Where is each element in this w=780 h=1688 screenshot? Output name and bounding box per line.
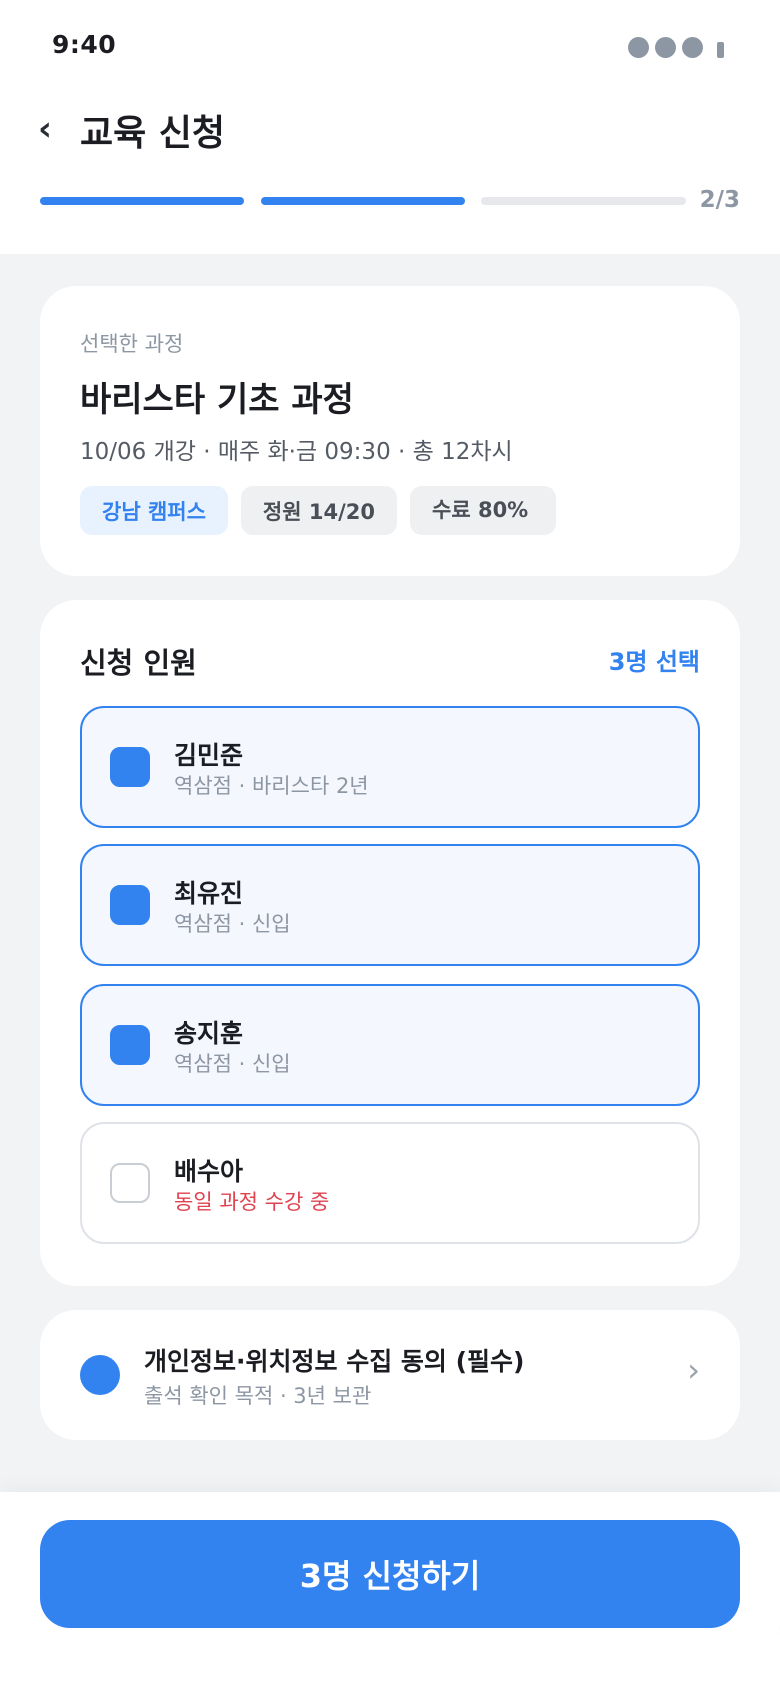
member-item[interactable]: 김민준 역삼점 · 바리스타 2년 — [80, 706, 700, 828]
member-item[interactable]: 최유진 역삼점 · 신입 — [80, 844, 700, 966]
submit-button[interactable]: 3명 신청하기 — [40, 1520, 740, 1628]
selected-course-card: 선택한 과정 바리스타 기초 과정 10/06 개강 · 매주 화·금 09:3… — [40, 286, 740, 576]
progress-step-2 — [261, 197, 465, 205]
member-detail: 역삼점 · 신입 — [174, 1052, 291, 1076]
completion-chip: 수료 80% — [410, 486, 556, 535]
course-label: 선택한 과정 — [80, 332, 184, 356]
signal-dot-icon — [628, 37, 649, 58]
consent-title: 개인정보·위치정보 수집 동의 (필수) — [144, 1347, 525, 1376]
battery-icon — [717, 41, 724, 58]
bottom-bar: 3명 신청하기 — [0, 1492, 780, 1688]
member-warning: 동일 과정 수강 중 — [174, 1190, 330, 1214]
consent-check-icon[interactable] — [80, 1355, 120, 1395]
member-name: 최유진 — [174, 879, 244, 908]
app-screen: 9:40 ‹ 교육 신청 2/3 선택한 과정 바리스타 기초 과정 10/06… — [0, 0, 780, 1688]
status-icons — [628, 37, 724, 58]
capacity-chip: 정원 14/20 — [240, 486, 397, 535]
selected-count: 3명 선택 — [608, 648, 700, 676]
member-name: 배수아 — [174, 1157, 244, 1186]
campus-chip: 강남 캠퍼스 — [80, 486, 228, 535]
step-progress — [40, 197, 686, 205]
member-item-disabled[interactable]: 배수아 동일 과정 수강 중 — [80, 1122, 700, 1244]
members-title: 신청 인원 — [80, 646, 197, 680]
page-title: 교육 신청 — [80, 113, 226, 154]
course-chips: 강남 캠퍼스 정원 14/20 수료 80% — [80, 486, 556, 535]
checkbox-checked-icon[interactable] — [110, 885, 150, 925]
signal-dot-icon — [655, 37, 676, 58]
course-name: 바리스타 기초 과정 — [80, 380, 354, 420]
course-meta: 10/06 개강 · 매주 화·금 09:30 · 총 12차시 — [80, 439, 513, 465]
consent-detail: 출석 확인 목적 · 3년 보관 — [144, 1384, 372, 1408]
back-icon[interactable]: ‹ — [38, 112, 52, 146]
members-card: 신청 인원 3명 선택 김민준 역삼점 · 바리스타 2년 최유진 역삼점 · … — [40, 600, 740, 1286]
member-item[interactable]: 송지훈 역삼점 · 신입 — [80, 984, 700, 1106]
checkbox-checked-icon[interactable] — [110, 747, 150, 787]
consent-row[interactable]: 개인정보·위치정보 수집 동의 (필수) 출석 확인 목적 · 3년 보관 › — [40, 1310, 740, 1440]
progress-step-1 — [40, 197, 244, 205]
member-name: 송지훈 — [174, 1019, 244, 1048]
progress-step-3 — [481, 197, 686, 205]
step-count: 2/3 — [699, 187, 740, 213]
checkbox-checked-icon[interactable] — [110, 1025, 150, 1065]
status-time: 9:40 — [52, 30, 117, 59]
checkbox-empty-icon[interactable] — [110, 1163, 150, 1203]
signal-dot-icon — [682, 37, 703, 58]
member-name: 김민준 — [174, 741, 244, 770]
chevron-right-icon[interactable]: › — [687, 1354, 700, 1386]
member-detail: 역삼점 · 신입 — [174, 912, 291, 936]
header: 9:40 ‹ 교육 신청 2/3 — [0, 0, 780, 254]
member-detail: 역삼점 · 바리스타 2년 — [174, 774, 369, 798]
